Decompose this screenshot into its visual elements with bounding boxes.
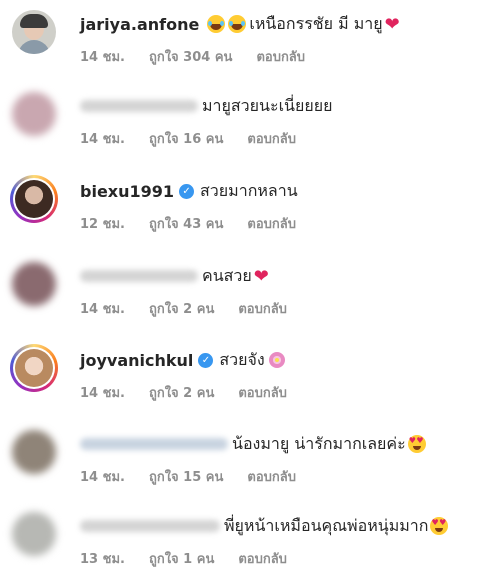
comment-meta: 13 ชม. ถูกใจ 1 คน ตอบกลับ (80, 548, 311, 568)
comment-meta: 14 ชม. ถูกใจ 2 คน ตอบกลับ (80, 382, 311, 402)
comment-text: คนสวย (202, 265, 252, 285)
reply-button[interactable]: ตอบกลับ (247, 128, 296, 149)
comment-line: คนสวย ❤ (80, 264, 470, 288)
likes-count[interactable]: ถูกใจ 2 คน (149, 298, 214, 319)
comment-item: มายูสวยนะเนี่ยยยย 14 ชม. ถูกใจ 16 คน ตอบ… (0, 82, 480, 166)
likes-count[interactable]: ถูกใจ 16 คน (149, 128, 223, 149)
comment-text: พี่ยูหน้าเหมือนคุณพ่อหนุ่มมาก (224, 515, 429, 535)
blurred-username[interactable] (80, 100, 198, 112)
heart-eyes-emoji-icon (407, 435, 426, 453)
comment-meta: 14 ชม. ถูกใจ 2 คน ตอบกลับ (80, 298, 311, 318)
reply-button[interactable]: ตอบกลับ (238, 548, 287, 569)
heart-eyes-emoji-icon (430, 517, 449, 535)
laughing-emoji-icon (207, 15, 226, 33)
comment-time: 14 ชม. (80, 301, 125, 317)
verified-badge-icon: ✓ (179, 183, 195, 199)
comment-line: มายูสวยนะเนี่ยยยย (80, 94, 470, 118)
comment-text: มายูสวยนะเนี่ยยยย (202, 95, 333, 115)
comment-item: พี่ยูหน้าเหมือนคุณพ่อหนุ่มมาก 13 ชม. ถูก… (0, 502, 480, 586)
comment-text: น้องมายู น่ารักมากเลยค่ะ (232, 433, 406, 453)
comment-meta: 14 ชม. ถูกใจ 16 คน ตอบกลับ (80, 128, 320, 148)
laughing-emoji-icon (228, 15, 247, 33)
comment-line: jariya.anfone เหนือกรรชัย มี มายู ❤ (80, 12, 470, 36)
comment-text: สวยมากหลาน (200, 180, 298, 200)
verified-badge-icon: ✓ (198, 352, 214, 368)
comment-time: 14 ชม. (80, 49, 125, 65)
blurred-username[interactable] (80, 438, 228, 450)
comment-time: 13 ชม. (80, 551, 125, 567)
comment-meta: 12 ชม. ถูกใจ 43 คน ตอบกลับ (80, 213, 320, 233)
username-link[interactable]: biexu1991 (80, 182, 174, 201)
avatar[interactable] (12, 10, 56, 54)
comment-meta: 14 ชม. ถูกใจ 304 คน ตอบกลับ (80, 46, 329, 66)
comment-meta: 14 ชม. ถูกใจ 15 คน ตอบกลับ (80, 466, 320, 486)
comment-time: 14 ชม. (80, 131, 125, 147)
likes-count[interactable]: ถูกใจ 2 คน (149, 382, 214, 403)
avatar[interactable] (12, 92, 56, 136)
likes-count[interactable]: ถูกใจ 1 คน (149, 548, 214, 569)
reply-button[interactable]: ตอบกลับ (238, 382, 287, 403)
blurred-username[interactable] (80, 520, 220, 532)
comment-line: biexu1991 ✓ สวยมากหลาน (80, 179, 470, 203)
comment-time: 12 ชม. (80, 216, 125, 232)
reply-button[interactable]: ตอบกลับ (238, 298, 287, 319)
comment-text: เหนือกรรชัย มี มายู (249, 13, 383, 33)
avatar[interactable] (12, 262, 56, 306)
avatar[interactable] (10, 175, 58, 223)
red-heart-icon: ❤ (384, 13, 400, 35)
comment-text: สวยจัง (219, 349, 265, 369)
comment-item: biexu1991 ✓ สวยมากหลาน 12 ชม. ถูกใจ 43 ค… (0, 167, 480, 251)
comment-time: 14 ชม. (80, 385, 125, 401)
cherry-blossom-icon (268, 352, 285, 368)
comment-item: jariya.anfone เหนือกรรชัย มี มายู ❤ 14 ช… (0, 0, 480, 84)
likes-count[interactable]: ถูกใจ 43 คน (149, 213, 223, 234)
comment-time: 14 ชม. (80, 469, 125, 485)
comment-line: พี่ยูหน้าเหมือนคุณพ่อหนุ่มมาก (80, 514, 470, 538)
likes-count[interactable]: ถูกใจ 15 คน (149, 466, 223, 487)
comment-line: joyvanichkul ✓ สวยจัง (80, 348, 470, 372)
likes-count[interactable]: ถูกใจ 304 คน (149, 46, 232, 67)
reply-button[interactable]: ตอบกลับ (247, 213, 296, 234)
username-link[interactable]: joyvanichkul (80, 351, 193, 370)
reply-button[interactable]: ตอบกลับ (247, 466, 296, 487)
reply-button[interactable]: ตอบกลับ (256, 46, 305, 67)
comment-item: น้องมายู น่ารักมากเลยค่ะ 14 ชม. ถูกใจ 15… (0, 420, 480, 504)
comment-item: คนสวย ❤ 14 ชม. ถูกใจ 2 คน ตอบกลับ (0, 252, 480, 336)
comment-line: น้องมายู น่ารักมากเลยค่ะ (80, 432, 470, 456)
avatar[interactable] (12, 512, 56, 556)
red-heart-icon: ❤ (253, 265, 269, 287)
avatar[interactable] (12, 430, 56, 474)
comment-item: joyvanichkul ✓ สวยจัง 14 ชม. ถูกใจ 2 คน … (0, 336, 480, 420)
blurred-username[interactable] (80, 270, 198, 282)
username-link[interactable]: jariya.anfone (80, 15, 199, 34)
avatar[interactable] (10, 344, 58, 392)
